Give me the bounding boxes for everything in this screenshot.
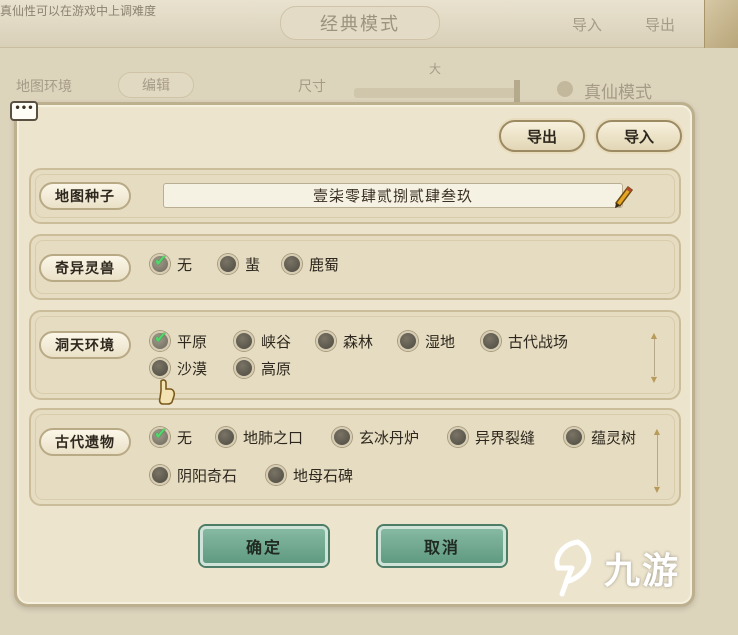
background-map-env-label: 地图环境 <box>16 79 72 95</box>
relic-label: 古代遗物 <box>39 428 131 456</box>
terrain-option-ancient-battlefield[interactable]: 古代战场 <box>481 329 568 353</box>
relic-option-spirit-tree[interactable]: 蕴灵树 <box>564 425 636 449</box>
radio-icon <box>216 427 236 447</box>
terrain-scrollbar[interactable] <box>654 338 660 376</box>
scroll-down-icon[interactable]: ▼ <box>650 376 658 384</box>
background-edit-button: 编辑 <box>118 72 194 98</box>
relic-option-lung-mouth[interactable]: 地肺之口 <box>216 425 303 449</box>
radio-checked-icon: ✔ <box>150 330 170 351</box>
export-button[interactable]: 导出 <box>499 120 585 152</box>
background-size-slider <box>354 88 518 98</box>
relic-scrollbar[interactable] <box>657 434 663 486</box>
beast-option-lushu[interactable]: 鹿蜀 <box>282 252 339 276</box>
background-size-value: 大 <box>429 62 442 76</box>
background-mode-label: 真仙模式 <box>584 83 652 103</box>
terrain-option-plain[interactable]: ✔ 平原 <box>150 329 207 353</box>
terrain-option-plateau[interactable]: 高原 <box>234 356 291 380</box>
radio-icon <box>564 427 584 447</box>
beast-label: 奇异灵兽 <box>39 254 131 282</box>
relic-option-ice-furnace[interactable]: 玄冰丹炉 <box>332 425 419 449</box>
radio-icon <box>398 331 418 351</box>
background-size-label: 尺寸 <box>298 79 326 95</box>
radio-icon <box>234 358 254 378</box>
background-hint-text: 真仙性可以在游戏中上调难度 <box>0 4 157 18</box>
radio-icon <box>218 254 238 274</box>
relic-option-none[interactable]: ✔ 无 <box>150 425 192 449</box>
radio-icon <box>150 465 170 485</box>
radio-icon <box>282 254 302 274</box>
relic-section <box>29 408 681 506</box>
seed-label: 地图种子 <box>39 182 131 210</box>
background-size-slider-knob <box>514 80 520 104</box>
terrain-label: 洞天环境 <box>39 331 131 359</box>
confirm-button[interactable]: 确定 <box>200 526 328 566</box>
import-button[interactable]: 导入 <box>596 120 682 152</box>
terrain-option-desert[interactable]: 沙漠 <box>150 356 207 380</box>
relic-option-rift[interactable]: 异界裂缝 <box>448 425 535 449</box>
scroll-up-icon[interactable]: ▲ <box>653 428 661 436</box>
cancel-button[interactable]: 取消 <box>378 526 506 566</box>
radio-checked-icon: ✔ <box>150 426 170 447</box>
watermark-swirl-icon <box>554 539 592 597</box>
background-mode-radio <box>557 81 573 97</box>
radio-icon <box>332 427 352 447</box>
seed-input[interactable]: 壹柒零肆贰捌贰肆叁玖 <box>163 183 623 208</box>
radio-icon <box>234 331 254 351</box>
background-title: 经典模式 <box>280 6 440 40</box>
scroll-up-icon[interactable]: ▲ <box>650 332 658 340</box>
beast-option-fei[interactable]: 蜚 <box>218 252 260 276</box>
radio-icon <box>448 427 468 447</box>
radio-icon <box>316 331 336 351</box>
beast-option-none[interactable]: ✔ 无 <box>150 252 192 276</box>
radio-icon <box>150 358 170 378</box>
radio-icon <box>266 465 286 485</box>
background-corner-ornament <box>704 0 738 48</box>
scroll-down-icon[interactable]: ▼ <box>653 486 661 494</box>
hand-cursor-icon <box>158 379 176 405</box>
radio-icon <box>481 331 501 351</box>
relic-option-earth-mother-stele[interactable]: 地母石碑 <box>266 463 353 487</box>
terrain-option-canyon[interactable]: 峡谷 <box>234 329 291 353</box>
watermark-logo: 九游 <box>548 530 708 606</box>
radio-checked-icon: ✔ <box>150 253 170 274</box>
background-export-button: 导出 <box>645 16 676 34</box>
terrain-option-forest[interactable]: 森林 <box>316 329 373 353</box>
relic-option-yinyang-stone[interactable]: 阴阳奇石 <box>150 463 237 487</box>
chat-icon[interactable]: ••• <box>10 101 38 121</box>
pencil-icon[interactable] <box>611 183 635 209</box>
terrain-option-wetland[interactable]: 湿地 <box>398 329 455 353</box>
background-import-button: 导入 <box>572 16 603 34</box>
